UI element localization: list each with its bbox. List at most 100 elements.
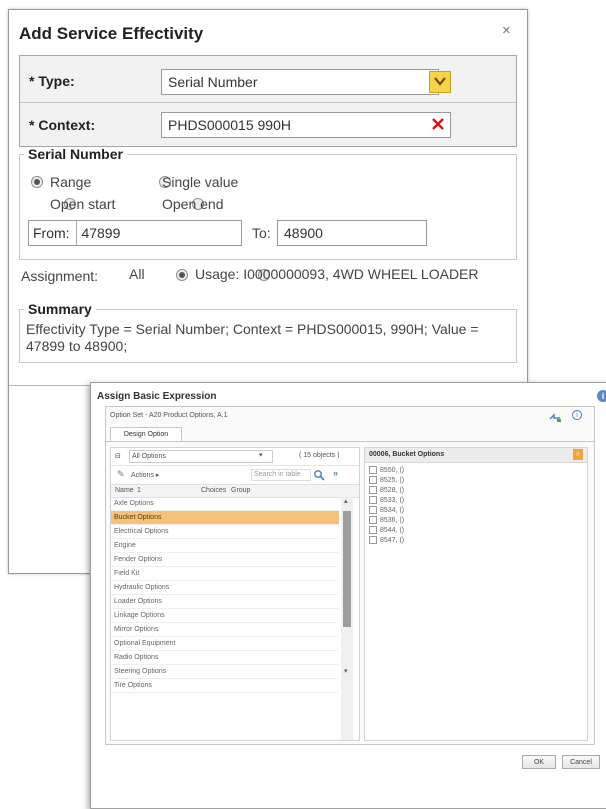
- range-label: Range: [50, 174, 92, 190]
- choice-label: 8525, (): [380, 477, 405, 484]
- choices-list: 8550, () 8525, () 8528, () 8533, () 8534, ()…: [369, 466, 579, 546]
- table-row[interactable]: Field Kit: [111, 567, 339, 581]
- table-row[interactable]: Linkage Options: [111, 609, 339, 623]
- table-row[interactable]: Tire Options: [111, 679, 339, 693]
- table-row[interactable]: Electrical Options: [111, 525, 339, 539]
- sort-indicator: 1: [137, 487, 141, 494]
- actions-menu[interactable]: Actions ▸: [131, 471, 159, 479]
- scroll-up-icon[interactable]: ▴: [344, 497, 348, 505]
- options-list: Axle Options Bucket Options Electrical Opt…: [111, 497, 339, 740]
- from-input[interactable]: 47899: [76, 221, 120, 245]
- range-radio[interactable]: [31, 176, 43, 188]
- scrollbar[interactable]: ▴ ▾: [341, 497, 353, 740]
- choice-checkbox[interactable]: [369, 536, 377, 545]
- single-value-label: Single value: [162, 174, 239, 190]
- from-label: From:: [33, 225, 70, 241]
- table-row[interactable]: Engine: [111, 539, 339, 553]
- table-row[interactable]: Bucket Options: [111, 511, 339, 525]
- choice-checkbox[interactable]: [369, 516, 377, 525]
- column-header-choices[interactable]: Choices: [201, 487, 226, 494]
- assignment-all-radio[interactable]: [175, 269, 188, 281]
- choice-label: 8533, (): [380, 497, 405, 504]
- table-row[interactable]: Optional Equipment: [111, 637, 339, 651]
- to-label: To:: [252, 225, 271, 241]
- help-icon[interactable]: i: [597, 390, 606, 402]
- list-item[interactable]: 8536, (): [369, 516, 579, 526]
- choice-label: 8534, (): [380, 507, 405, 514]
- expand-icon[interactable]: »: [333, 468, 338, 478]
- table-row[interactable]: Axle Options: [111, 497, 339, 511]
- filter-icon[interactable]: ⊟: [115, 452, 121, 460]
- assign-basic-expression-dialog: Assign Basic Expression i Option Set - A…: [90, 382, 606, 809]
- serial-number-legend: Serial Number: [28, 146, 123, 162]
- filter-select[interactable]: All Options: [129, 450, 273, 463]
- assignment-label: Assignment:: [21, 268, 99, 284]
- to-input[interactable]: 48900: [277, 220, 427, 246]
- tab-design-option[interactable]: Design Option: [110, 427, 182, 442]
- summary-legend: Summary: [28, 301, 92, 317]
- choice-checkbox[interactable]: [369, 526, 377, 535]
- list-item[interactable]: 8547, (): [369, 536, 579, 546]
- object-count: ( 15 objects ): [299, 452, 340, 459]
- choice-label: 8544, (): [380, 527, 405, 534]
- table-row[interactable]: Fender Options: [111, 553, 339, 567]
- column-header-name[interactable]: Name: [115, 487, 134, 494]
- list-item[interactable]: 8525, (): [369, 476, 579, 486]
- assignment-all-label: All: [129, 266, 145, 282]
- chevron-down-icon[interactable]: ▾: [259, 451, 263, 459]
- search-icon[interactable]: [313, 468, 325, 481]
- collapse-icon[interactable]: »: [573, 449, 583, 460]
- from-field: From: 47899: [28, 220, 242, 246]
- type-label: * Type:: [29, 73, 75, 89]
- choice-checkbox[interactable]: [369, 496, 377, 505]
- list-item[interactable]: 8550, (): [369, 466, 579, 476]
- table-row[interactable]: Hydraulic Options: [111, 581, 339, 595]
- summary-text: Effectivity Type = Serial Number; Contex…: [26, 321, 479, 354]
- table-row[interactable]: Steering Options: [111, 665, 339, 679]
- choice-checkbox[interactable]: [369, 486, 377, 495]
- ok-button[interactable]: OK: [522, 755, 556, 769]
- actions-label: Actions: [131, 472, 154, 479]
- chevron-down-icon[interactable]: [429, 71, 451, 93]
- divider: [20, 102, 516, 103]
- type-select[interactable]: Serial Number: [161, 69, 439, 95]
- search-input[interactable]: Search in table: [251, 469, 311, 481]
- list-item[interactable]: 8544, (): [369, 526, 579, 536]
- choice-label: 8528, (): [380, 487, 405, 494]
- choice-checkbox[interactable]: [369, 476, 377, 485]
- open-end-label: Open end: [162, 196, 224, 212]
- table-row[interactable]: Mirror Options: [111, 623, 339, 637]
- cancel-button[interactable]: Cancel: [562, 755, 600, 769]
- refresh-icon[interactable]: [548, 410, 564, 422]
- options-table-panel: ⊟ All Options ▾ ( 15 objects ) ✎ Actions…: [110, 447, 360, 741]
- choice-label: 8536, (): [380, 517, 405, 524]
- column-header-group[interactable]: Group: [231, 487, 250, 494]
- context-label: * Context:: [29, 117, 96, 133]
- option-set-title: Option Set - A20 Product Options, A.1: [110, 412, 228, 419]
- chevron-down-icon: ▸: [155, 472, 160, 479]
- choice-checkbox[interactable]: [369, 506, 377, 515]
- table-header: Name 1 Choices Group: [111, 484, 359, 498]
- divider: [106, 441, 594, 442]
- scroll-down-icon[interactable]: ▾: [344, 667, 348, 675]
- scrollbar-thumb[interactable]: [343, 511, 351, 627]
- list-item[interactable]: 8534, (): [369, 506, 579, 516]
- dialog-title: Assign Basic Expression: [97, 391, 217, 402]
- choice-label: 8550, (): [380, 467, 405, 474]
- list-item[interactable]: 8533, (): [369, 496, 579, 506]
- choice-checkbox[interactable]: [369, 466, 377, 475]
- pencil-icon[interactable]: ✎: [117, 469, 125, 480]
- divider: [111, 465, 359, 466]
- choices-header: 00006, Bucket Options »: [365, 448, 587, 463]
- dialog-title: Add Service Effectivity: [19, 24, 204, 43]
- assignment-usage-label: Usage: I0000000093, 4WD WHEEL LOADER: [195, 266, 479, 282]
- table-row[interactable]: Radio Options: [111, 651, 339, 665]
- close-icon[interactable]: ×: [502, 22, 511, 39]
- clear-context-icon[interactable]: [432, 114, 444, 135]
- context-input[interactable]: PHDS000015 990H: [161, 112, 451, 138]
- open-start-label: Open start: [50, 196, 116, 212]
- info-icon[interactable]: i: [572, 410, 582, 420]
- list-item[interactable]: 8528, (): [369, 486, 579, 496]
- choice-label: 8547, (): [380, 537, 405, 544]
- table-row[interactable]: Loader Options: [111, 595, 339, 609]
